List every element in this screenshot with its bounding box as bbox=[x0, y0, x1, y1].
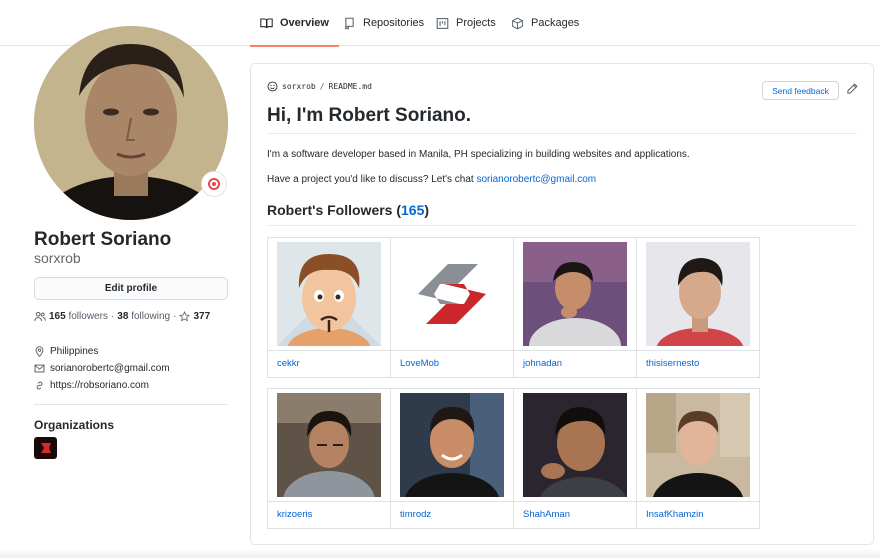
card-divider bbox=[268, 501, 390, 502]
profile-location: Philippines bbox=[34, 346, 98, 357]
card-divider bbox=[391, 501, 513, 502]
follower-card[interactable]: johnadan bbox=[514, 238, 637, 378]
follower-avatar bbox=[646, 393, 750, 497]
website-text: https://robsoriano.com bbox=[50, 380, 149, 391]
profile-fullname: Robert Soriano bbox=[34, 229, 172, 250]
tab-projects-label: Projects bbox=[456, 17, 496, 29]
follower-name[interactable]: thisisernesto bbox=[646, 358, 699, 369]
sidebar-divider bbox=[34, 404, 228, 405]
stats-dot: · bbox=[110, 311, 115, 322]
followers-heading: Robert's Followers (165) bbox=[267, 202, 429, 218]
location-icon bbox=[35, 346, 44, 357]
card-divider bbox=[637, 350, 759, 351]
follower-name[interactable]: LoveMob bbox=[400, 358, 439, 369]
edit-profile-button[interactable]: Edit profile bbox=[34, 277, 228, 300]
follower-name[interactable]: timrodz bbox=[400, 509, 431, 520]
profile-username: sorxrob bbox=[34, 250, 81, 266]
followers-heading-rule bbox=[267, 225, 857, 226]
profile-readme: sorxrob / README.md Send feedback Hi, I'… bbox=[250, 63, 874, 545]
follower-name[interactable]: InsafKhamzin bbox=[646, 509, 704, 520]
readme-owner-link[interactable]: sorxrob bbox=[282, 82, 316, 91]
following-count: 38 bbox=[117, 311, 129, 322]
profile-website[interactable]: https://robsoriano.com bbox=[34, 380, 149, 391]
book-icon bbox=[260, 18, 273, 28]
follower-card[interactable]: krizoeris bbox=[268, 389, 391, 529]
followers-heading-count[interactable]: 165 bbox=[401, 202, 424, 218]
project-icon bbox=[436, 17, 449, 29]
send-feedback-button[interactable]: Send feedback bbox=[762, 81, 839, 100]
tab-repositories-label: Repositories bbox=[363, 17, 425, 29]
card-divider bbox=[268, 350, 390, 351]
organizations-title: Organizations bbox=[34, 418, 115, 432]
repo-icon bbox=[345, 17, 354, 30]
link-icon bbox=[36, 381, 43, 390]
follower-avatar bbox=[400, 393, 504, 497]
card-divider bbox=[514, 350, 636, 351]
card-divider bbox=[514, 501, 636, 502]
follower-name[interactable]: cekkr bbox=[277, 358, 300, 369]
follower-avatar bbox=[277, 242, 381, 346]
tab-projects[interactable]: Projects bbox=[436, 0, 496, 46]
profile-email[interactable]: sorianorobertc@gmail.com bbox=[34, 363, 170, 374]
follower-avatar bbox=[400, 242, 504, 346]
profile-avatar[interactable] bbox=[34, 26, 228, 220]
target-emoji-icon bbox=[208, 178, 220, 190]
mail-icon bbox=[34, 364, 45, 373]
package-icon bbox=[512, 17, 523, 29]
follower-card[interactable]: thisisernesto bbox=[637, 238, 760, 378]
path-separator: / bbox=[319, 82, 325, 91]
follower-avatar bbox=[277, 393, 381, 497]
location-text: Philippines bbox=[50, 346, 99, 357]
tab-packages-label: Packages bbox=[531, 17, 580, 29]
status-badge[interactable] bbox=[201, 171, 227, 197]
followers-label: followers bbox=[68, 311, 108, 322]
follower-card[interactable]: InsafKhamzin bbox=[637, 389, 760, 529]
heading-rule bbox=[267, 133, 857, 134]
follower-card[interactable]: LoveMob bbox=[391, 238, 514, 378]
readme-contact: Have a project you'd like to discuss? Le… bbox=[267, 174, 596, 185]
readme-file-name: README.md bbox=[328, 82, 372, 91]
followers-grid-row-1: cekkr LoveMob johnadan thisisernesto bbox=[267, 237, 760, 378]
email-text: sorianorobertc@gmail.com bbox=[50, 363, 170, 374]
follower-avatar bbox=[646, 242, 750, 346]
star-icon bbox=[179, 311, 191, 322]
pencil-icon[interactable] bbox=[846, 83, 858, 95]
following-label: following bbox=[131, 311, 171, 322]
follower-card[interactable]: timrodz bbox=[391, 389, 514, 529]
contact-email-link[interactable]: sorianorobertc@gmail.com bbox=[476, 174, 596, 185]
follower-card[interactable]: cekkr bbox=[268, 238, 391, 378]
tab-overview[interactable]: Overview bbox=[250, 0, 339, 47]
card-divider bbox=[391, 350, 513, 351]
readme-path: sorxrob / README.md bbox=[267, 81, 372, 92]
smiley-icon bbox=[267, 81, 278, 92]
tab-packages[interactable]: Packages bbox=[511, 0, 579, 46]
follower-name[interactable]: johnadan bbox=[523, 358, 562, 369]
followers-heading-suffix: ) bbox=[424, 202, 430, 218]
stats-dot: · bbox=[173, 311, 177, 322]
card-divider bbox=[637, 501, 759, 502]
followers-grid-row-2: krizoeris timrodz ShahAman InsafKhamzin bbox=[267, 388, 760, 529]
stars-count: 377 bbox=[193, 311, 211, 322]
contact-prefix: Have a project you'd like to discuss? Le… bbox=[267, 174, 477, 185]
tab-overview-label: Overview bbox=[280, 17, 329, 29]
tab-repositories[interactable]: Repositories bbox=[343, 0, 424, 46]
readme-intro: I'm a software developer based in Manila… bbox=[267, 149, 690, 160]
follower-name[interactable]: ShahAman bbox=[523, 509, 570, 520]
readme-heading: Hi, I'm Robert Soriano. bbox=[267, 105, 472, 126]
followers-link[interactable]: 165 followers bbox=[49, 311, 108, 322]
organization-avatar[interactable] bbox=[34, 437, 57, 459]
follower-name[interactable]: krizoeris bbox=[277, 509, 312, 520]
organization-logo-icon bbox=[40, 443, 51, 453]
people-icon bbox=[34, 311, 46, 322]
bottom-edge bbox=[0, 548, 880, 558]
follower-card[interactable]: ShahAman bbox=[514, 389, 637, 529]
followers-count: 165 bbox=[49, 311, 66, 322]
follower-avatar bbox=[523, 393, 627, 497]
followers-heading-prefix: Robert's Followers ( bbox=[267, 202, 402, 218]
stars-link[interactable]: 377 bbox=[179, 311, 210, 322]
profile-stats: 165 followers · 38 following · 377 bbox=[34, 311, 210, 322]
following-link[interactable]: 38 following bbox=[117, 311, 170, 322]
follower-avatar bbox=[523, 242, 627, 346]
